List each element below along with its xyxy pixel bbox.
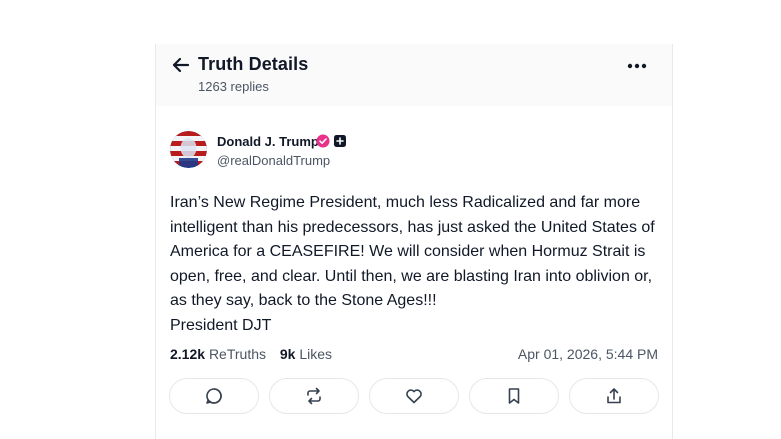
retruths-label: ReTruths [208,346,266,362]
likes-label: Likes [299,346,333,362]
author-handle[interactable]: @realDonaldTrump [217,153,330,168]
retruths-count: 2.12k [170,346,206,362]
back-button[interactable] [170,54,192,76]
more-horizontal-icon [627,63,647,69]
more-options-button[interactable] [624,56,650,76]
bookmark-icon [508,388,520,404]
retruth-button[interactable] [269,378,359,414]
like-icon [406,389,422,404]
avatar-image [170,131,207,168]
reply-button[interactable] [169,378,259,414]
retruth-icon [307,387,321,405]
likes-count: 9k [279,346,296,362]
page-title: Truth Details [198,54,309,74]
reply-icon [206,388,222,404]
post-text: Iran’s New Regime President, much less R… [170,194,655,334]
retruths-stat[interactable]: 2.12k ReTruths [170,346,266,362]
share-icon [607,388,621,404]
verified-badge-icon [316,134,330,148]
reply-count: 1263 replies [198,79,269,94]
share-button[interactable] [569,378,659,414]
header: Truth Details 1263 replies [156,44,672,106]
post-stats: 2.12k ReTruths 9k Likes [170,346,342,362]
like-button[interactable] [369,378,459,414]
post-timestamp: Apr 01, 2026, 5:44 PM [517,346,658,362]
plus-badge-icon [334,135,346,147]
arrow-left-icon [172,57,190,73]
author-name[interactable]: Donald J. Trump [217,134,319,149]
avatar[interactable] [170,131,207,168]
action-bar [169,378,661,416]
truth-details-panel: Truth Details 1263 replies Donald J. Tru… [155,44,673,439]
likes-stat[interactable]: 9k Likes [280,346,332,362]
bookmark-button[interactable] [469,378,559,414]
